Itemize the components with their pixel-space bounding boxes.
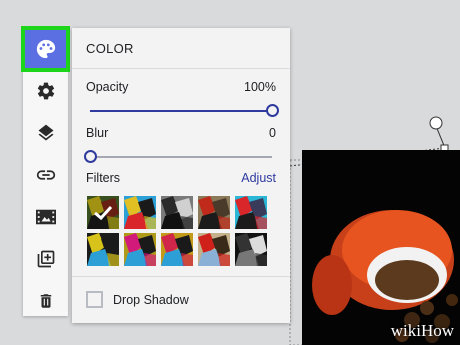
rotate-handle[interactable] (429, 116, 443, 130)
filters-row: Filters Adjust (86, 171, 276, 185)
color-panel: COLOR Opacity 100% Blur 0 Filters Adjust… (72, 28, 290, 323)
filter-thumbnail[interactable] (161, 232, 193, 266)
link-tool-button[interactable] (23, 154, 68, 196)
opacity-row: Opacity 100% (86, 80, 276, 94)
duplicate-icon (37, 250, 54, 268)
filter-thumbnail[interactable] (87, 196, 119, 229)
photo-layer[interactable]: wikiHow (302, 150, 460, 345)
filter-thumbnail[interactable] (161, 196, 193, 229)
blur-label: Blur (86, 126, 109, 140)
panel-divider (72, 276, 290, 277)
layers-icon (38, 124, 53, 141)
drop-shadow-row[interactable]: Drop Shadow (86, 291, 189, 308)
side-toolbar (21, 26, 70, 316)
filter-thumbnail[interactable] (124, 196, 156, 229)
palette-icon (36, 39, 55, 59)
blur-slider[interactable] (83, 149, 272, 163)
filters-label: Filters (86, 171, 121, 185)
opacity-slider[interactable] (90, 103, 279, 117)
filter-thumbnail[interactable] (235, 196, 267, 229)
selected-check-icon (87, 196, 119, 229)
filter-thumbnail[interactable] (124, 232, 156, 266)
panel-title: COLOR (72, 28, 290, 69)
layers-tool-button[interactable] (23, 112, 68, 154)
opacity-label: Opacity (86, 80, 129, 94)
gear-icon (37, 82, 54, 100)
video-tool-button[interactable] (23, 196, 68, 238)
watermark: wikiHow (390, 321, 454, 340)
filter-thumbnail[interactable] (87, 232, 119, 266)
trash-icon (40, 294, 51, 308)
color-tool-button[interactable] (21, 26, 70, 72)
duplicate-tool-button[interactable] (23, 238, 68, 280)
blur-slider-knob[interactable] (83, 149, 97, 163)
settings-tool-button[interactable] (23, 70, 68, 112)
filter-grid (87, 196, 269, 266)
filter-thumbnail[interactable] (198, 232, 230, 266)
link-icon (36, 170, 55, 180)
delete-tool-button[interactable] (23, 280, 68, 322)
adjust-link[interactable]: Adjust (241, 171, 276, 185)
drop-shadow-label: Drop Shadow (113, 292, 189, 307)
drop-shadow-checkbox[interactable] (86, 291, 103, 308)
opacity-value: 100% (244, 80, 276, 94)
blur-value: 0 (269, 126, 276, 140)
film-icon (35, 209, 56, 225)
coffee-cup-image (302, 150, 460, 345)
filter-thumbnail[interactable] (198, 196, 230, 229)
opacity-slider-knob[interactable] (265, 103, 279, 117)
filter-thumbnail[interactable] (235, 232, 267, 266)
blur-row: Blur 0 (86, 126, 276, 140)
